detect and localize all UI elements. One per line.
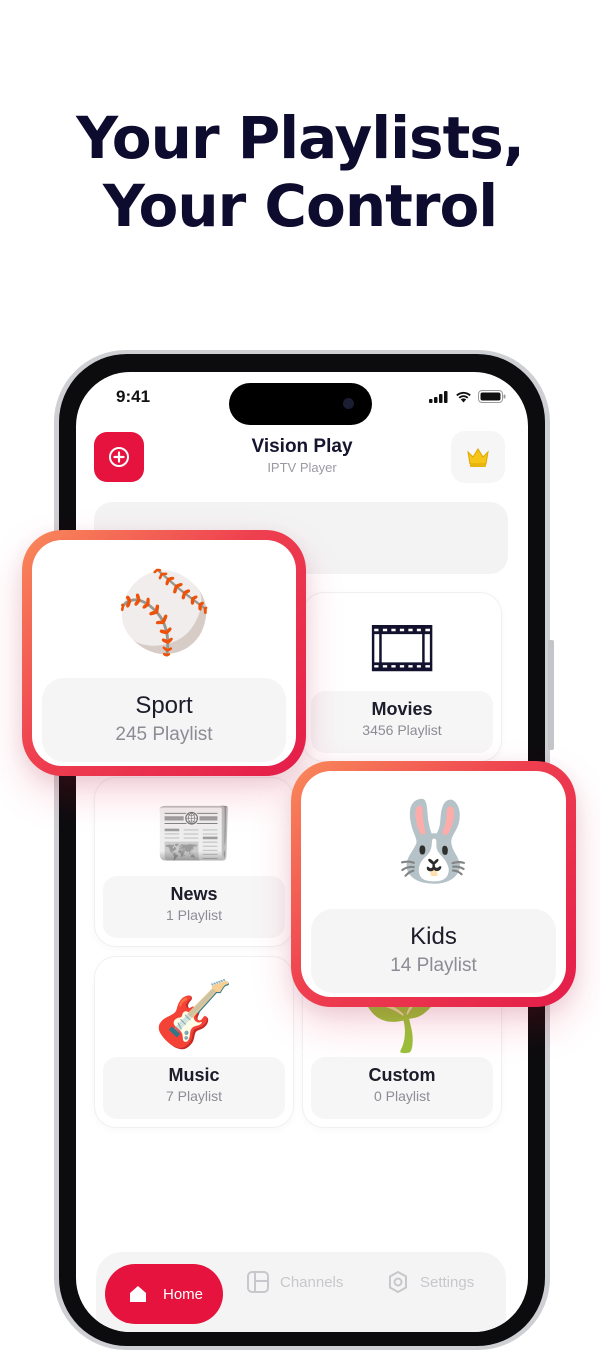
category-card-music[interactable]: 🎸 Music 7 Playlist [94,956,294,1128]
category-name: Custom [368,1065,436,1085]
card-label: Music 7 Playlist [103,1057,285,1119]
newspaper-icon: 📰 [154,797,234,871]
category-card-sport[interactable]: ⚾ Sport 245 Playlist [22,530,306,776]
tab-home[interactable]: Home [105,1264,223,1324]
power-button [548,640,554,750]
card-label: Custom 0 Playlist [311,1057,493,1119]
category-name: Music [168,1065,220,1085]
card-label: News 1 Playlist [103,876,285,938]
tab-channels[interactable]: Channels [246,1270,343,1294]
status-time: 9:41 [116,387,151,406]
crown-icon [467,448,489,467]
tab-settings[interactable]: Settings [386,1270,474,1294]
headline-line-1: Your Playlists, [76,104,525,172]
dynamic-island [229,383,372,425]
film-projector-icon: 🎞 [361,612,443,686]
category-count: 3456 Playlist [362,722,442,738]
category-count: 7 Playlist [165,1088,223,1104]
category-name: Movies [371,699,433,719]
category-card-news[interactable]: 📰 News 1 Playlist [94,777,294,947]
headline-line-2: Your Control [102,172,498,240]
battery-icon [478,390,506,403]
signal-icon [429,390,448,403]
bottom-tab-bar: Home Channels Settings [96,1252,506,1332]
card-inner: 🐰 Kids 14 Playlist [301,771,566,997]
tab-channels-label: Channels [280,1273,344,1291]
channels-icon [247,1271,269,1293]
settings-icon [389,1270,407,1294]
camera-icon [343,398,354,409]
category-name: Sport [135,692,193,719]
card-label: Sport 245 Playlist [42,678,286,762]
premium-button[interactable] [451,431,505,483]
home-icon [130,1286,146,1302]
tab-settings-label: Settings [420,1273,475,1291]
card-label: Kids 14 Playlist [311,909,556,993]
category-count: 1 Playlist [165,907,223,923]
category-count: 0 Playlist [373,1088,431,1104]
category-count: 14 Playlist [390,955,477,976]
bunny-icon: 🐰 [384,797,483,887]
status-icons [429,390,506,403]
wifi-icon [456,391,471,402]
category-name: News [170,884,218,904]
category-card-kids[interactable]: 🐰 Kids 14 Playlist [291,761,576,1007]
card-label: Movies 3456 Playlist [311,691,493,753]
guitar-icon: 🎸 [154,978,234,1052]
card-inner: ⚾ Sport 245 Playlist [32,540,296,766]
category-count: 245 Playlist [115,724,213,745]
tab-home-label: Home [163,1285,204,1303]
category-name: Kids [410,923,457,950]
baseball-player-icon: ⚾ [115,568,213,658]
category-card-movies[interactable]: 🎞 Movies 3456 Playlist [302,592,502,762]
headline: Your Playlists, Your Control [0,104,600,240]
